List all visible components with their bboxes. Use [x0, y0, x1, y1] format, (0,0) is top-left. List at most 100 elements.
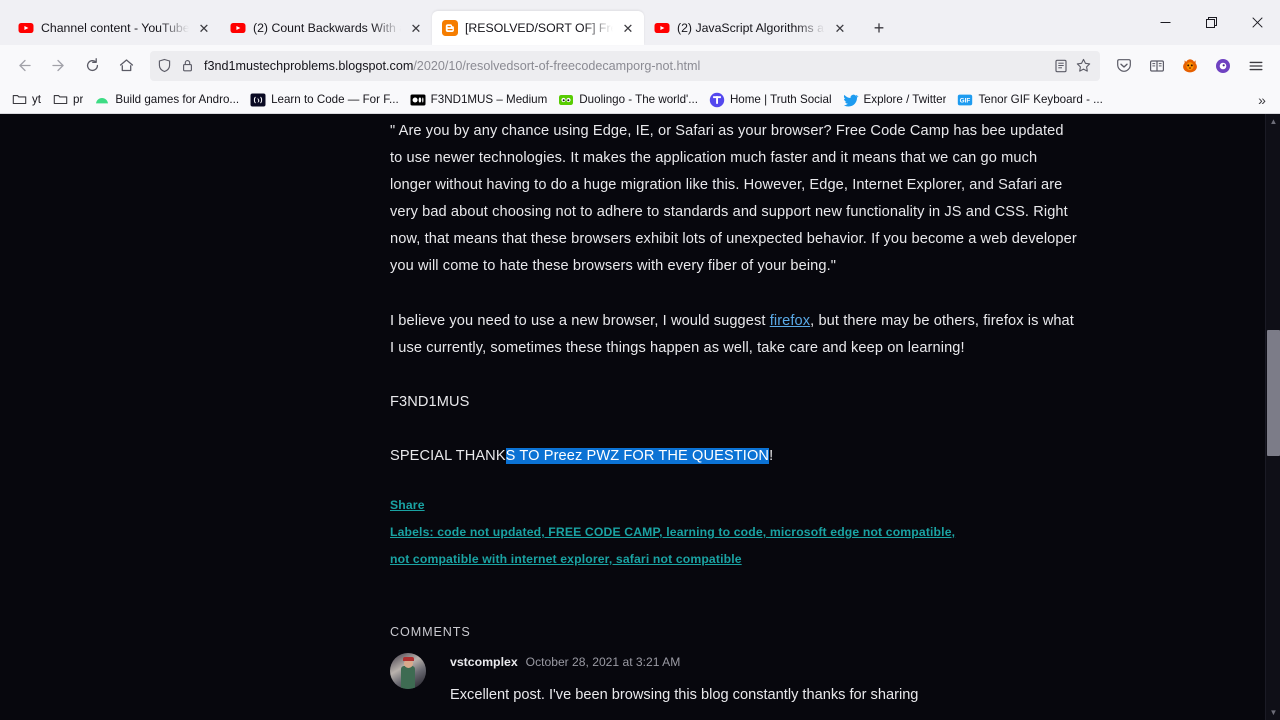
- blogger-icon: [442, 20, 458, 36]
- bookmark-tenor-gif-keyboard[interactable]: GIF Tenor GIF Keyboard - ...: [952, 89, 1107, 111]
- bookmark-build-games-for-android[interactable]: Build games for Andro...: [89, 89, 244, 111]
- comment-body: vstcomplex October 28, 2021 at 3:21 AM Ex…: [426, 653, 1080, 706]
- scroll-down-arrow-icon[interactable]: ▼: [1266, 705, 1280, 720]
- browser-tab-3-active[interactable]: [RESOLVED/SORT OF] FreeCode ✕: [432, 11, 644, 45]
- library-icon[interactable]: [1141, 50, 1173, 82]
- comments-heading: COMMENTS: [390, 625, 471, 639]
- window-controls: [1142, 0, 1280, 45]
- comment-author[interactable]: vstcomplex: [450, 655, 518, 669]
- quoted-paragraph: " Are you by any chance using Edge, IE, …: [390, 123, 1077, 274]
- tab-close-icon[interactable]: ✕: [408, 20, 424, 36]
- blog-post-content: " Are you by any chance using Edge, IE, …: [390, 114, 1080, 706]
- selected-text: S TO Preez PWZ FOR THE QUESTION: [505, 448, 770, 464]
- new-tab-button[interactable]: +: [864, 13, 894, 43]
- labels-line-2[interactable]: not compatible with internet explorer, s…: [390, 546, 1080, 573]
- bookmarks-toolbar: yt pr Build games for Andro... Learn to …: [0, 86, 1280, 114]
- bookmark-label: Explore / Twitter: [863, 93, 947, 106]
- bookmark-truth-social[interactable]: Home | Truth Social: [704, 89, 837, 111]
- page-viewport: " Are you by any chance using Edge, IE, …: [0, 114, 1280, 720]
- folder-icon: [52, 92, 68, 108]
- scrollbar-thumb[interactable]: [1267, 330, 1280, 456]
- url-text[interactable]: f3nd1mustechproblems.blogspot.com/2020/1…: [202, 59, 1046, 73]
- pocket-icon[interactable]: [1108, 50, 1140, 82]
- firefox-link[interactable]: firefox: [770, 313, 810, 329]
- post-meta: Share Labels: code not updated, FREE COD…: [390, 492, 1080, 573]
- tab-strip: Channel content - YouTube Stu ✕ (2) Coun…: [0, 0, 1280, 45]
- freecodecamp-icon: [250, 92, 266, 108]
- tab-close-icon[interactable]: ✕: [196, 20, 212, 36]
- android-studio-icon: [94, 92, 110, 108]
- reload-button[interactable]: [76, 50, 108, 82]
- labels-line-1[interactable]: Labels: code not updated, FREE CODE CAMP…: [390, 519, 1080, 546]
- bookmark-label: pr: [73, 93, 84, 106]
- address-bar[interactable]: f3nd1mustechproblems.blogspot.com/2020/1…: [150, 50, 1100, 81]
- bookmark-folder-yt[interactable]: yt: [6, 89, 46, 111]
- bookmark-explore-twitter[interactable]: Explore / Twitter: [838, 89, 952, 111]
- close-window-button[interactable]: [1234, 0, 1280, 45]
- svg-text:GIF: GIF: [960, 97, 971, 104]
- signature-spacer: [390, 362, 1080, 389]
- browser-tab-1[interactable]: Channel content - YouTube Stu ✕: [8, 11, 220, 45]
- bookmark-learn-to-code[interactable]: Learn to Code — For F...: [245, 89, 404, 111]
- url-host-part: f3nd1mustechproblems.blogspot.com: [204, 58, 414, 73]
- truth-social-icon: [709, 92, 725, 108]
- author-signature: F3ND1MUS: [390, 394, 470, 410]
- comment-date[interactable]: October 28, 2021 at 3:21 AM: [526, 655, 681, 669]
- special-thanks-line: SPECIAL THANKS TO Preez PWZ FOR THE QUES…: [390, 443, 1080, 470]
- bookmark-folder-pr[interactable]: pr: [47, 89, 88, 111]
- medium-icon: [410, 92, 426, 108]
- closing-paragraph: I believe you need to use a new browser,…: [390, 308, 1080, 362]
- bookmark-label: yt: [32, 93, 42, 106]
- browser-window: Channel content - YouTube Stu ✕ (2) Coun…: [0, 0, 1280, 720]
- tab-title: Channel content - YouTube Stu: [41, 21, 189, 35]
- tab-title: [RESOLVED/SORT OF] FreeCode: [465, 21, 613, 35]
- tenor-gif-icon: GIF: [957, 92, 973, 108]
- padlock-icon[interactable]: [179, 57, 196, 74]
- bookmark-f3nd1mus-medium[interactable]: F3ND1MUS – Medium: [405, 89, 553, 111]
- tab-title: (2) JavaScript Algorithms and D: [677, 21, 825, 35]
- bookmark-label: Duolingo - The world'...: [579, 93, 698, 106]
- reader-view-icon[interactable]: [1052, 57, 1069, 74]
- url-path-part: /2020/10/resolvedsort-of-freecodecamporg…: [413, 58, 701, 73]
- forward-button[interactable]: [42, 50, 74, 82]
- bookmark-label: Learn to Code — For F...: [271, 93, 399, 106]
- avatar: [390, 653, 426, 689]
- firefox-view-icon[interactable]: [1174, 50, 1206, 82]
- tracking-protection-shield-icon[interactable]: [156, 57, 173, 74]
- bookmark-duolingo[interactable]: Duolingo - The world'...: [553, 89, 703, 111]
- bookmark-label: Build games for Andro...: [115, 93, 240, 106]
- thanks-spacer: [390, 416, 1080, 443]
- avatar-body: [401, 666, 415, 689]
- home-button[interactable]: [110, 50, 142, 82]
- tab-close-icon[interactable]: ✕: [832, 20, 848, 36]
- youtube-icon: [654, 20, 670, 36]
- share-link[interactable]: Share: [390, 492, 1080, 519]
- navigation-toolbar: f3nd1mustechproblems.blogspot.com/2020/1…: [0, 45, 1280, 86]
- minimize-button[interactable]: [1142, 0, 1188, 45]
- account-icon[interactable]: [1207, 50, 1239, 82]
- scroll-up-arrow-icon[interactable]: ▲: [1266, 114, 1280, 129]
- youtube-icon: [18, 20, 34, 36]
- folder-icon: [11, 92, 27, 108]
- back-button[interactable]: [8, 50, 40, 82]
- address-bar-actions: [1052, 57, 1094, 74]
- page-scrollbar[interactable]: ▲ ▼: [1265, 114, 1280, 720]
- closing-paragraph-part-1: I believe you need to use a new browser,…: [390, 313, 770, 329]
- blog-page: " Are you by any chance using Edge, IE, …: [0, 114, 1265, 720]
- comment-header: vstcomplex October 28, 2021 at 3:21 AM: [450, 653, 1080, 671]
- duolingo-icon: [558, 92, 574, 108]
- tab-close-icon[interactable]: ✕: [620, 20, 636, 36]
- toolbar-right-actions: [1108, 50, 1272, 82]
- hamburger-menu-icon[interactable]: [1240, 50, 1272, 82]
- twitter-icon: [843, 92, 859, 108]
- bookmarks-overflow-chevron-icon[interactable]: »: [1250, 86, 1274, 114]
- comment-item: vstcomplex October 28, 2021 at 3:21 AM Ex…: [390, 653, 1080, 706]
- maximize-button[interactable]: [1188, 0, 1234, 45]
- thanks-prefix: SPECIAL THANK: [390, 448, 506, 464]
- browser-tab-2[interactable]: (2) Count Backwards With a For ✕: [220, 11, 432, 45]
- browser-tab-4[interactable]: (2) JavaScript Algorithms and D ✕: [644, 11, 856, 45]
- tab-title: (2) Count Backwards With a For: [253, 21, 401, 35]
- bookmark-star-icon[interactable]: [1075, 57, 1092, 74]
- thanks-suffix: !: [769, 448, 774, 464]
- youtube-icon: [230, 20, 246, 36]
